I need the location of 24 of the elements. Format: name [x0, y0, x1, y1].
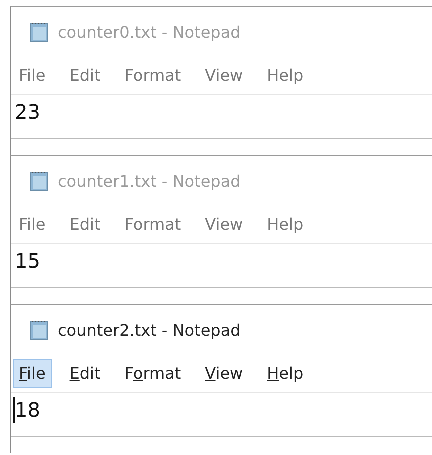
menu-item[interactable]: Help	[261, 61, 310, 90]
menu-item[interactable]: Format	[118, 359, 188, 388]
text-content[interactable]: 18	[13, 397, 40, 423]
text-content[interactable]: 23	[13, 99, 40, 125]
menu-item[interactable]: Edit	[64, 359, 107, 388]
window-title: counter1.txt - Notepad	[58, 172, 241, 190]
menu-item[interactable]: Format	[118, 61, 188, 90]
menu-item[interactable]: File	[13, 210, 52, 239]
notepad-icon	[29, 320, 50, 340]
menu-item[interactable]: File	[13, 359, 52, 388]
notepad-icon	[29, 22, 50, 42]
notepad-icon	[29, 170, 50, 192]
text-content[interactable]: 15	[13, 248, 40, 274]
menu-item[interactable]: View	[199, 210, 250, 239]
menu-item[interactable]: Edit	[64, 61, 107, 90]
menu-item[interactable]: View	[199, 61, 250, 90]
window-title: counter2.txt - Notepad	[58, 320, 241, 340]
menu-item[interactable]: File	[13, 61, 52, 90]
menu-item[interactable]: Format	[118, 210, 188, 239]
menu-item[interactable]: Help	[261, 359, 310, 388]
window-title: counter0.txt - Notepad	[58, 22, 241, 42]
menu-item[interactable]: Help	[261, 210, 310, 239]
menu-item[interactable]: Edit	[64, 210, 107, 239]
menu-item[interactable]: View	[199, 359, 250, 388]
